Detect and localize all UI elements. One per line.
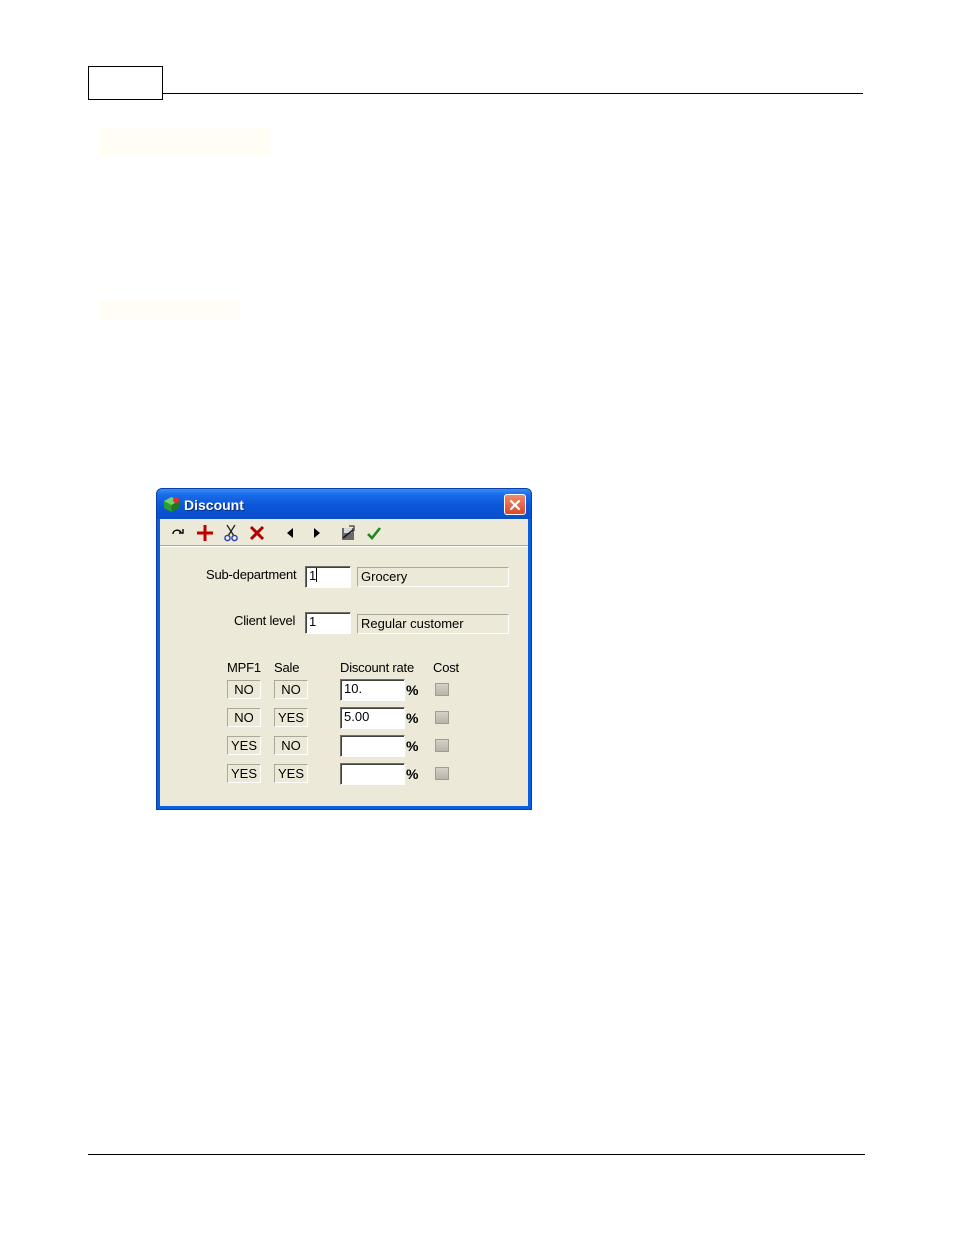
faded-subheading: [100, 300, 240, 320]
save-button[interactable]: [338, 524, 358, 542]
title-bar[interactable]: Discount: [157, 489, 531, 519]
faded-heading: [100, 128, 270, 156]
text-caret: [316, 568, 318, 582]
subdepartment-field[interactable]: 1: [305, 566, 351, 588]
subdepartment-description: Grocery: [357, 567, 509, 587]
row-2-discount-rate[interactable]: 5.00: [340, 707, 405, 729]
sale-header: Sale: [274, 660, 300, 675]
subdepartment-label: Sub-department: [206, 567, 297, 582]
client-level-field[interactable]: 1: [305, 612, 351, 634]
mpf1-header: MPF1: [227, 660, 261, 675]
close-icon: [509, 499, 521, 510]
delete-icon: [249, 525, 265, 541]
row-3-mpf1: YES: [227, 736, 261, 755]
next-button[interactable]: [307, 524, 327, 542]
row-3-percent: %: [406, 738, 419, 754]
delete-button[interactable]: [247, 524, 267, 542]
row-1-discount-rate[interactable]: 10.: [340, 679, 405, 701]
confirm-button[interactable]: [364, 524, 384, 542]
header-rule: [163, 93, 863, 94]
close-button[interactable]: [504, 494, 526, 515]
discount-rate-header: Discount rate: [340, 660, 414, 675]
row-4-discount-rate[interactable]: [340, 763, 405, 785]
discount-window: Discount Sub-department 1 Grocery Client…: [156, 488, 532, 810]
client-level-label: Client level: [234, 613, 296, 628]
row-3-discount-rate[interactable]: [340, 735, 405, 757]
row-1-percent: %: [406, 682, 419, 698]
refresh-icon: [172, 529, 184, 535]
client-level-description: Regular customer: [357, 614, 509, 634]
add-icon: [197, 525, 213, 541]
row-1-mpf1: NO: [227, 680, 261, 699]
row-4-cost-checkbox[interactable]: [435, 767, 449, 780]
add-button[interactable]: [195, 524, 215, 542]
footer-rule: [88, 1154, 865, 1155]
previous-icon: [287, 528, 293, 538]
window-client-area: Sub-department 1 Grocery Client level 1 …: [160, 519, 528, 806]
next-icon: [314, 528, 320, 538]
row-1-sale: NO: [274, 680, 308, 699]
row-4-percent: %: [406, 766, 419, 782]
row-3-cost-checkbox[interactable]: [435, 739, 449, 752]
cut-button[interactable]: [221, 524, 241, 542]
row-2-cost-checkbox[interactable]: [435, 711, 449, 724]
row-2-percent: %: [406, 710, 419, 726]
confirm-icon: [367, 527, 382, 540]
row-1-cost-checkbox[interactable]: [435, 683, 449, 696]
row-4-sale: YES: [274, 764, 308, 783]
previous-button[interactable]: [280, 524, 300, 542]
subdepartment-value: 1: [309, 568, 317, 583]
row-2-mpf1: NO: [227, 708, 261, 727]
window-title: Discount: [184, 497, 244, 513]
app-icon: [164, 497, 179, 512]
page-number-box: [88, 66, 163, 100]
cut-icon: [224, 524, 238, 542]
cost-header: Cost: [433, 660, 459, 675]
row-4-mpf1: YES: [227, 764, 261, 783]
save-icon: [342, 525, 355, 540]
row-3-sale: NO: [274, 736, 308, 755]
toolbar: [160, 521, 528, 546]
row-2-sale: YES: [274, 708, 308, 727]
refresh-button[interactable]: [169, 524, 189, 542]
